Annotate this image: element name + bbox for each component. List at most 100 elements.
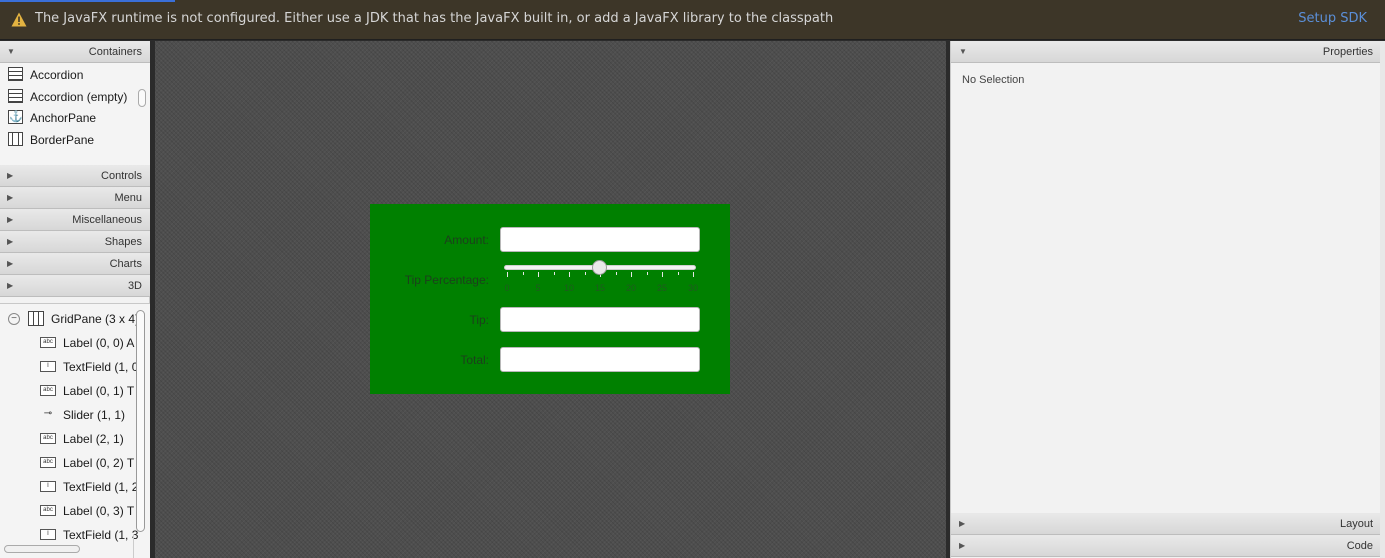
section-label: Miscellaneous [72,214,142,226]
library-section-menu[interactable]: ▶ Menu [0,187,150,209]
slider-minor-tick [646,272,648,275]
window-edge [1380,41,1385,558]
slider-icon: ⊸ [43,408,53,419]
document-hierarchy: − GridPane (3 x 4) abc Label (0, 0) A I Tex… [0,303,150,558]
amount-field[interactable] [500,227,700,252]
section-label: Controls [101,170,142,182]
slider-tick-label: 20 [625,283,637,293]
library-panel: ▼ Containers Accordion Accordion (empty)… [0,41,150,558]
library-item-accordion-empty[interactable]: Accordion (empty) [0,86,135,108]
gridpane-preview[interactable]: Amount: Tip Percentage: 0 5 10 15 20 25 30 Tip… [370,204,730,394]
section-label: Charts [109,258,142,270]
library-item-label: BorderPane [30,133,95,147]
slider-tick-label: 30 [687,283,699,293]
tree-item-gridpane[interactable]: − GridPane (3 x 4) [0,307,150,331]
tree-item-label: TextField (1, 0 [63,360,139,374]
tip-percentage-label: Tip Percentage: [404,273,489,287]
textfield-icon: I [40,481,56,492]
library-item-borderpane[interactable]: BorderPane [0,129,135,151]
tree-item[interactable]: I TextField (1, 2 [0,475,150,499]
section-label: Containers [88,46,142,58]
slider-major-tick [631,272,632,277]
tree-item-label: Label (0, 1) T [63,384,135,398]
tree-item[interactable]: abc Label (0, 0) A [0,331,150,355]
chevron-right-icon: ▶ [959,541,966,550]
tree-item[interactable]: abc Label (0, 3) T [0,499,150,523]
tree-item-label: Slider (1, 1) [63,408,126,422]
tree-item-label: Label (0, 3) T [63,504,135,518]
tree-item-label: GridPane (3 x 4) [51,312,140,326]
properties-section[interactable]: ▼ Properties [951,41,1381,63]
tip-field[interactable] [500,307,700,332]
chevron-right-icon: ▶ [7,193,14,202]
library-item-label: Accordion (empty) [30,90,128,104]
slider-major-tick [569,272,570,277]
library-section-miscellaneous[interactable]: ▶ Miscellaneous [0,209,150,231]
slider-minor-tick [553,272,555,275]
accordion-icon [8,67,23,81]
library-section-containers[interactable]: ▼ Containers [0,41,150,63]
library-item-anchorpane[interactable]: ⚓ AnchorPane [0,107,135,129]
layout-section[interactable]: ▶ Layout [951,513,1381,535]
label-icon: abc [40,505,56,516]
section-label: Shapes [104,236,142,248]
label-icon: abc [40,337,56,348]
tree-item[interactable]: I TextField (1, 3 [0,523,150,547]
slider-tick-label: 5 [535,283,541,293]
textfield-icon: I [40,361,56,372]
chevron-right-icon: ▶ [7,259,14,268]
chevron-down-icon: ▼ [959,47,967,56]
section-label: Properties [1322,46,1373,58]
tree-item[interactable]: abc Label (0, 1) T [0,379,150,403]
tree-item-label: Label (2, 1) [63,432,124,446]
gridpane-icon [28,311,44,326]
total-label: Total: [460,353,489,367]
slider-minor-tick [522,272,524,275]
tree-item[interactable]: abc Label (0, 2) T [0,451,150,475]
borderpane-icon [8,132,23,146]
code-section[interactable]: ▶ Code [951,535,1381,557]
section-label: Layout [1339,518,1373,530]
library-section-charts[interactable]: ▶ Charts [0,253,150,275]
label-icon: abc [40,457,56,468]
chevron-down-icon: ▼ [7,47,15,56]
inspector-panel: ▼ Properties No Selection ▶ Layout ▶ Cod… [950,41,1381,558]
hierarchy-horizontal-scrollbar[interactable] [4,545,80,553]
slider-minor-tick [584,272,586,275]
slider-major-tick [693,272,694,277]
total-field[interactable] [500,347,700,372]
anchor-icon: ⚓ [8,110,23,124]
containers-vertical-scrollbar[interactable] [138,89,146,107]
design-canvas[interactable]: Amount: Tip Percentage: 0 5 10 15 20 25 30 Tip… [155,41,946,558]
section-label: Code [1346,540,1373,552]
textfield-icon: I [40,529,56,540]
no-selection-text: No Selection [962,74,1025,86]
banner-message: The JavaFX runtime is not configured. Ei… [35,11,834,26]
library-item-label: Accordion [30,68,84,82]
library-item-accordion[interactable]: Accordion [0,64,135,86]
slider-major-tick [507,272,508,277]
divider [133,534,134,558]
amount-label: Amount: [444,233,489,247]
setup-sdk-link[interactable]: Setup SDK [1298,11,1367,26]
tree-item-label: Label (0, 2) T [63,456,135,470]
tree-item[interactable]: I TextField (1, 0 [0,355,150,379]
library-section-3d[interactable]: ▶ 3D [0,275,150,297]
slider-tick-label: 10 [563,283,575,293]
library-section-controls[interactable]: ▶ Controls [0,165,150,187]
slider-minor-tick [677,272,679,275]
warning-icon [11,12,27,27]
collapse-icon[interactable]: − [8,313,20,325]
section-label: 3D [127,280,142,292]
banner-accent-line [0,0,175,2]
section-label: Menu [114,192,142,204]
tree-item-label: TextField (1, 3 [63,528,139,542]
slider-thumb[interactable] [592,260,607,275]
tree-item[interactable]: abc Label (2, 1) [0,427,150,451]
tree-item[interactable]: ⊸ Slider (1, 1) [0,403,150,427]
hierarchy-vertical-scrollbar[interactable] [136,310,145,532]
label-icon: abc [40,385,56,396]
chevron-right-icon: ▶ [7,237,14,246]
library-section-shapes[interactable]: ▶ Shapes [0,231,150,253]
chevron-right-icon: ▶ [7,281,14,290]
